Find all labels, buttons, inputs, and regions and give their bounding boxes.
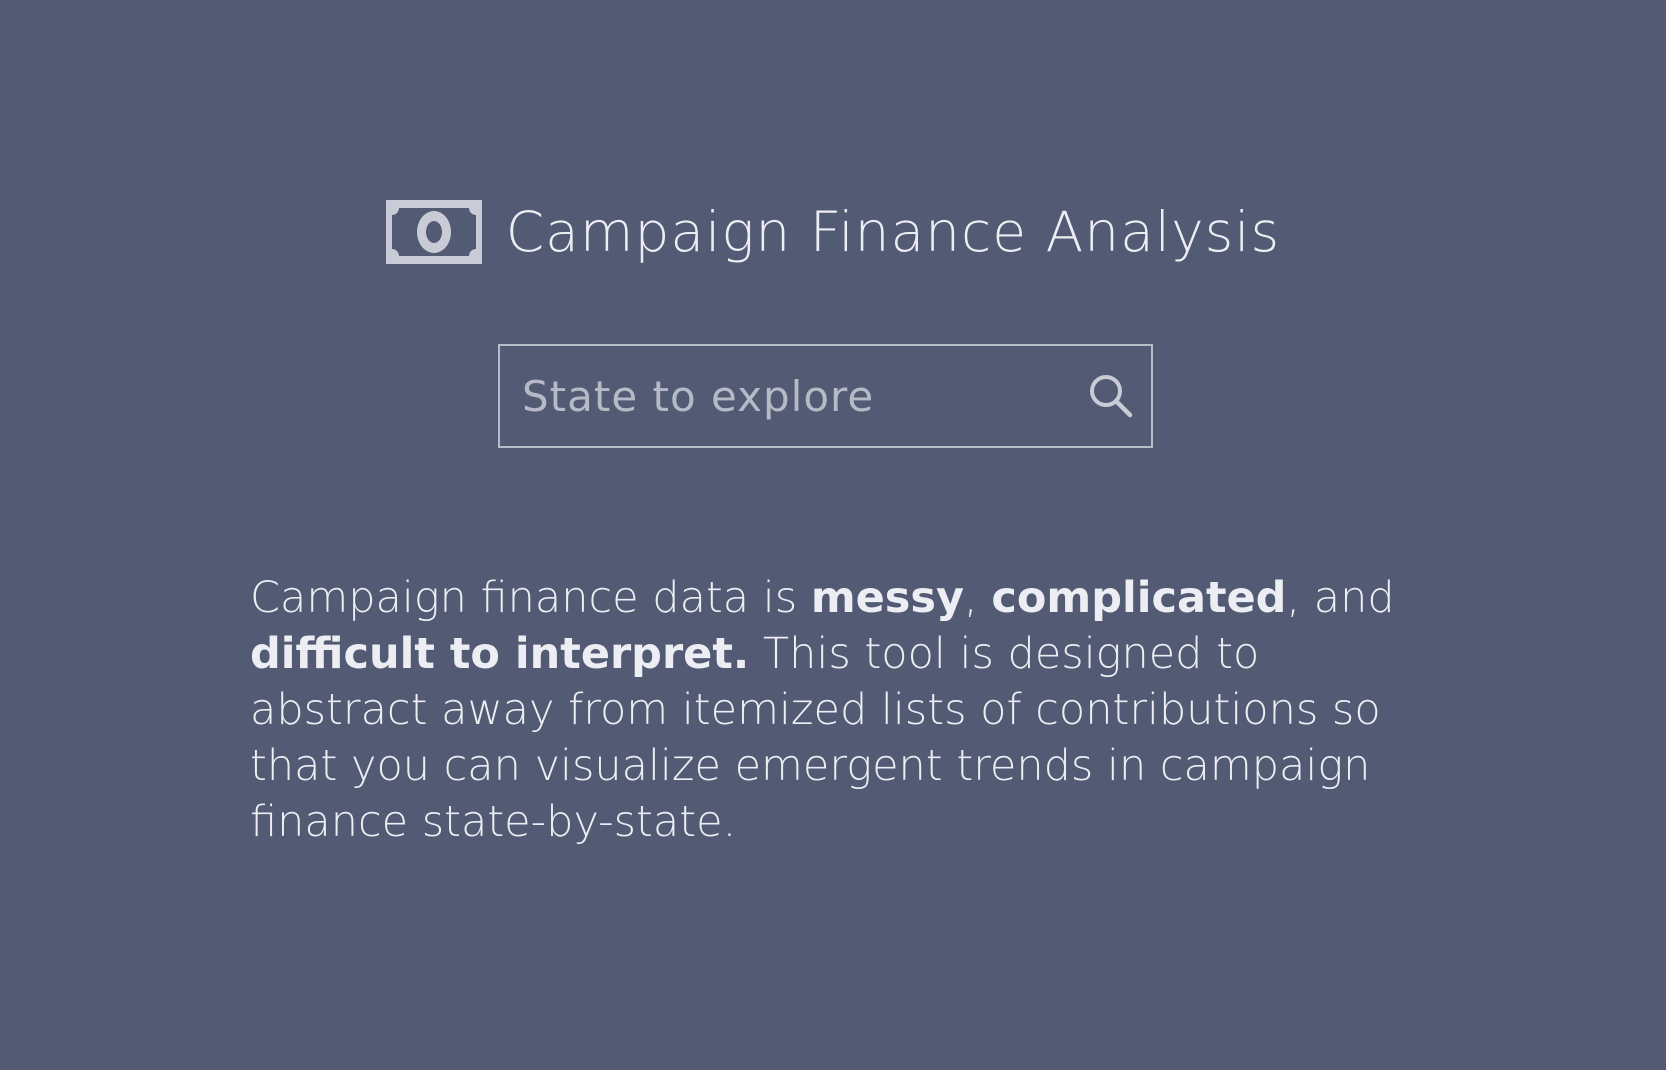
emphasis-messy: messy — [810, 573, 965, 623]
money-bill-icon — [385, 200, 482, 264]
landing-page: Campaign Finance Analysis Campaign finan… — [0, 0, 1666, 1070]
search-icon[interactable] — [1071, 346, 1151, 446]
state-search-input[interactable] — [500, 346, 1071, 446]
intro-description: Campaign finance data is messy, complica… — [250, 573, 1395, 847]
page-header: Campaign Finance Analysis — [0, 200, 1666, 264]
state-search-box — [498, 344, 1153, 448]
page-title: Campaign Finance Analysis — [505, 200, 1281, 264]
emphasis-complicated: complicated — [991, 573, 1287, 623]
emphasis-difficult: difficult to interpret. — [250, 629, 750, 679]
